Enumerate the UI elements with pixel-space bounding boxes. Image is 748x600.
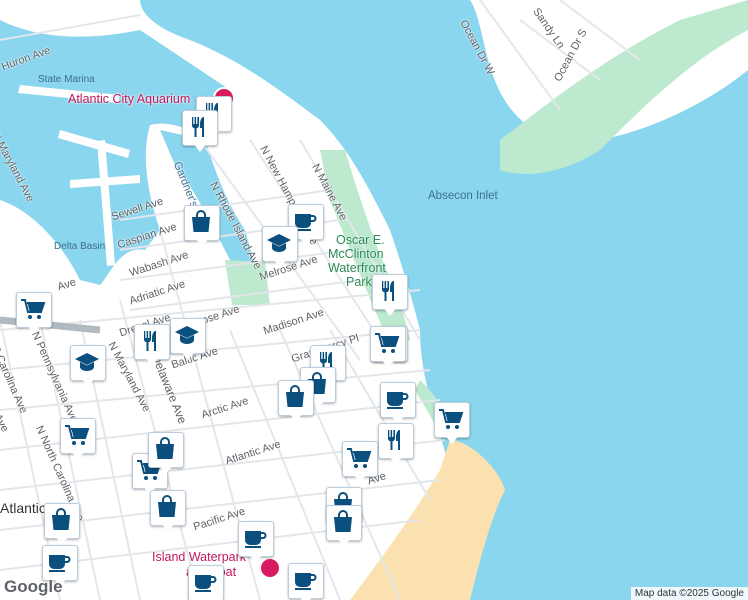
label-waterpark: Island Waterpark [152, 550, 247, 564]
cafe-marker-icon[interactable] [288, 563, 324, 600]
label-absecon-inlet: Absecon Inlet [428, 190, 498, 202]
shopping-cart-marker-icon[interactable] [370, 326, 406, 370]
map-attribution[interactable]: Map data ©2025 Google [630, 587, 748, 600]
cafe-marker-icon[interactable] [380, 382, 416, 426]
cafe-marker-icon[interactable] [238, 521, 274, 565]
shopping-marker-icon[interactable] [44, 503, 80, 547]
restaurant-marker-icon[interactable] [134, 324, 170, 368]
label-park-line4: Park [346, 275, 372, 289]
label-delta-basin: Delta Basin [54, 241, 106, 252]
school-marker-icon[interactable] [170, 318, 206, 362]
school-marker-icon[interactable] [262, 226, 298, 270]
shopping-marker-icon[interactable] [184, 205, 220, 249]
cafe-marker-icon[interactable] [188, 565, 224, 600]
shopping-marker-icon[interactable] [326, 505, 362, 549]
restaurant-marker-icon[interactable] [378, 423, 414, 467]
google-logo[interactable]: Google [4, 577, 63, 597]
restaurant-marker-icon[interactable] [372, 274, 408, 318]
label-state-marina: State Marina [38, 74, 95, 85]
label-park-line3: Waterfront [328, 261, 386, 275]
shopping-cart-marker-icon[interactable] [434, 402, 470, 446]
shopping-marker-icon[interactable] [278, 380, 314, 424]
shopping-cart-marker-icon[interactable] [60, 418, 96, 462]
map-canvas[interactable]: Absecon Inlet State Marina Delta Basin O… [0, 0, 748, 600]
shopping-cart-marker-icon[interactable] [16, 292, 52, 336]
label-park-line1: Oscar E. [336, 233, 385, 247]
label-park-line2: McClinton [328, 247, 384, 261]
shopping-marker-icon[interactable] [150, 490, 186, 534]
shopping-cart-marker-icon[interactable] [342, 441, 378, 485]
shopping-marker-icon[interactable] [148, 432, 184, 476]
label-aquarium: Atlantic City Aquarium [68, 92, 191, 106]
restaurant-marker-icon[interactable] [182, 110, 218, 154]
school-marker-icon[interactable] [70, 345, 106, 389]
